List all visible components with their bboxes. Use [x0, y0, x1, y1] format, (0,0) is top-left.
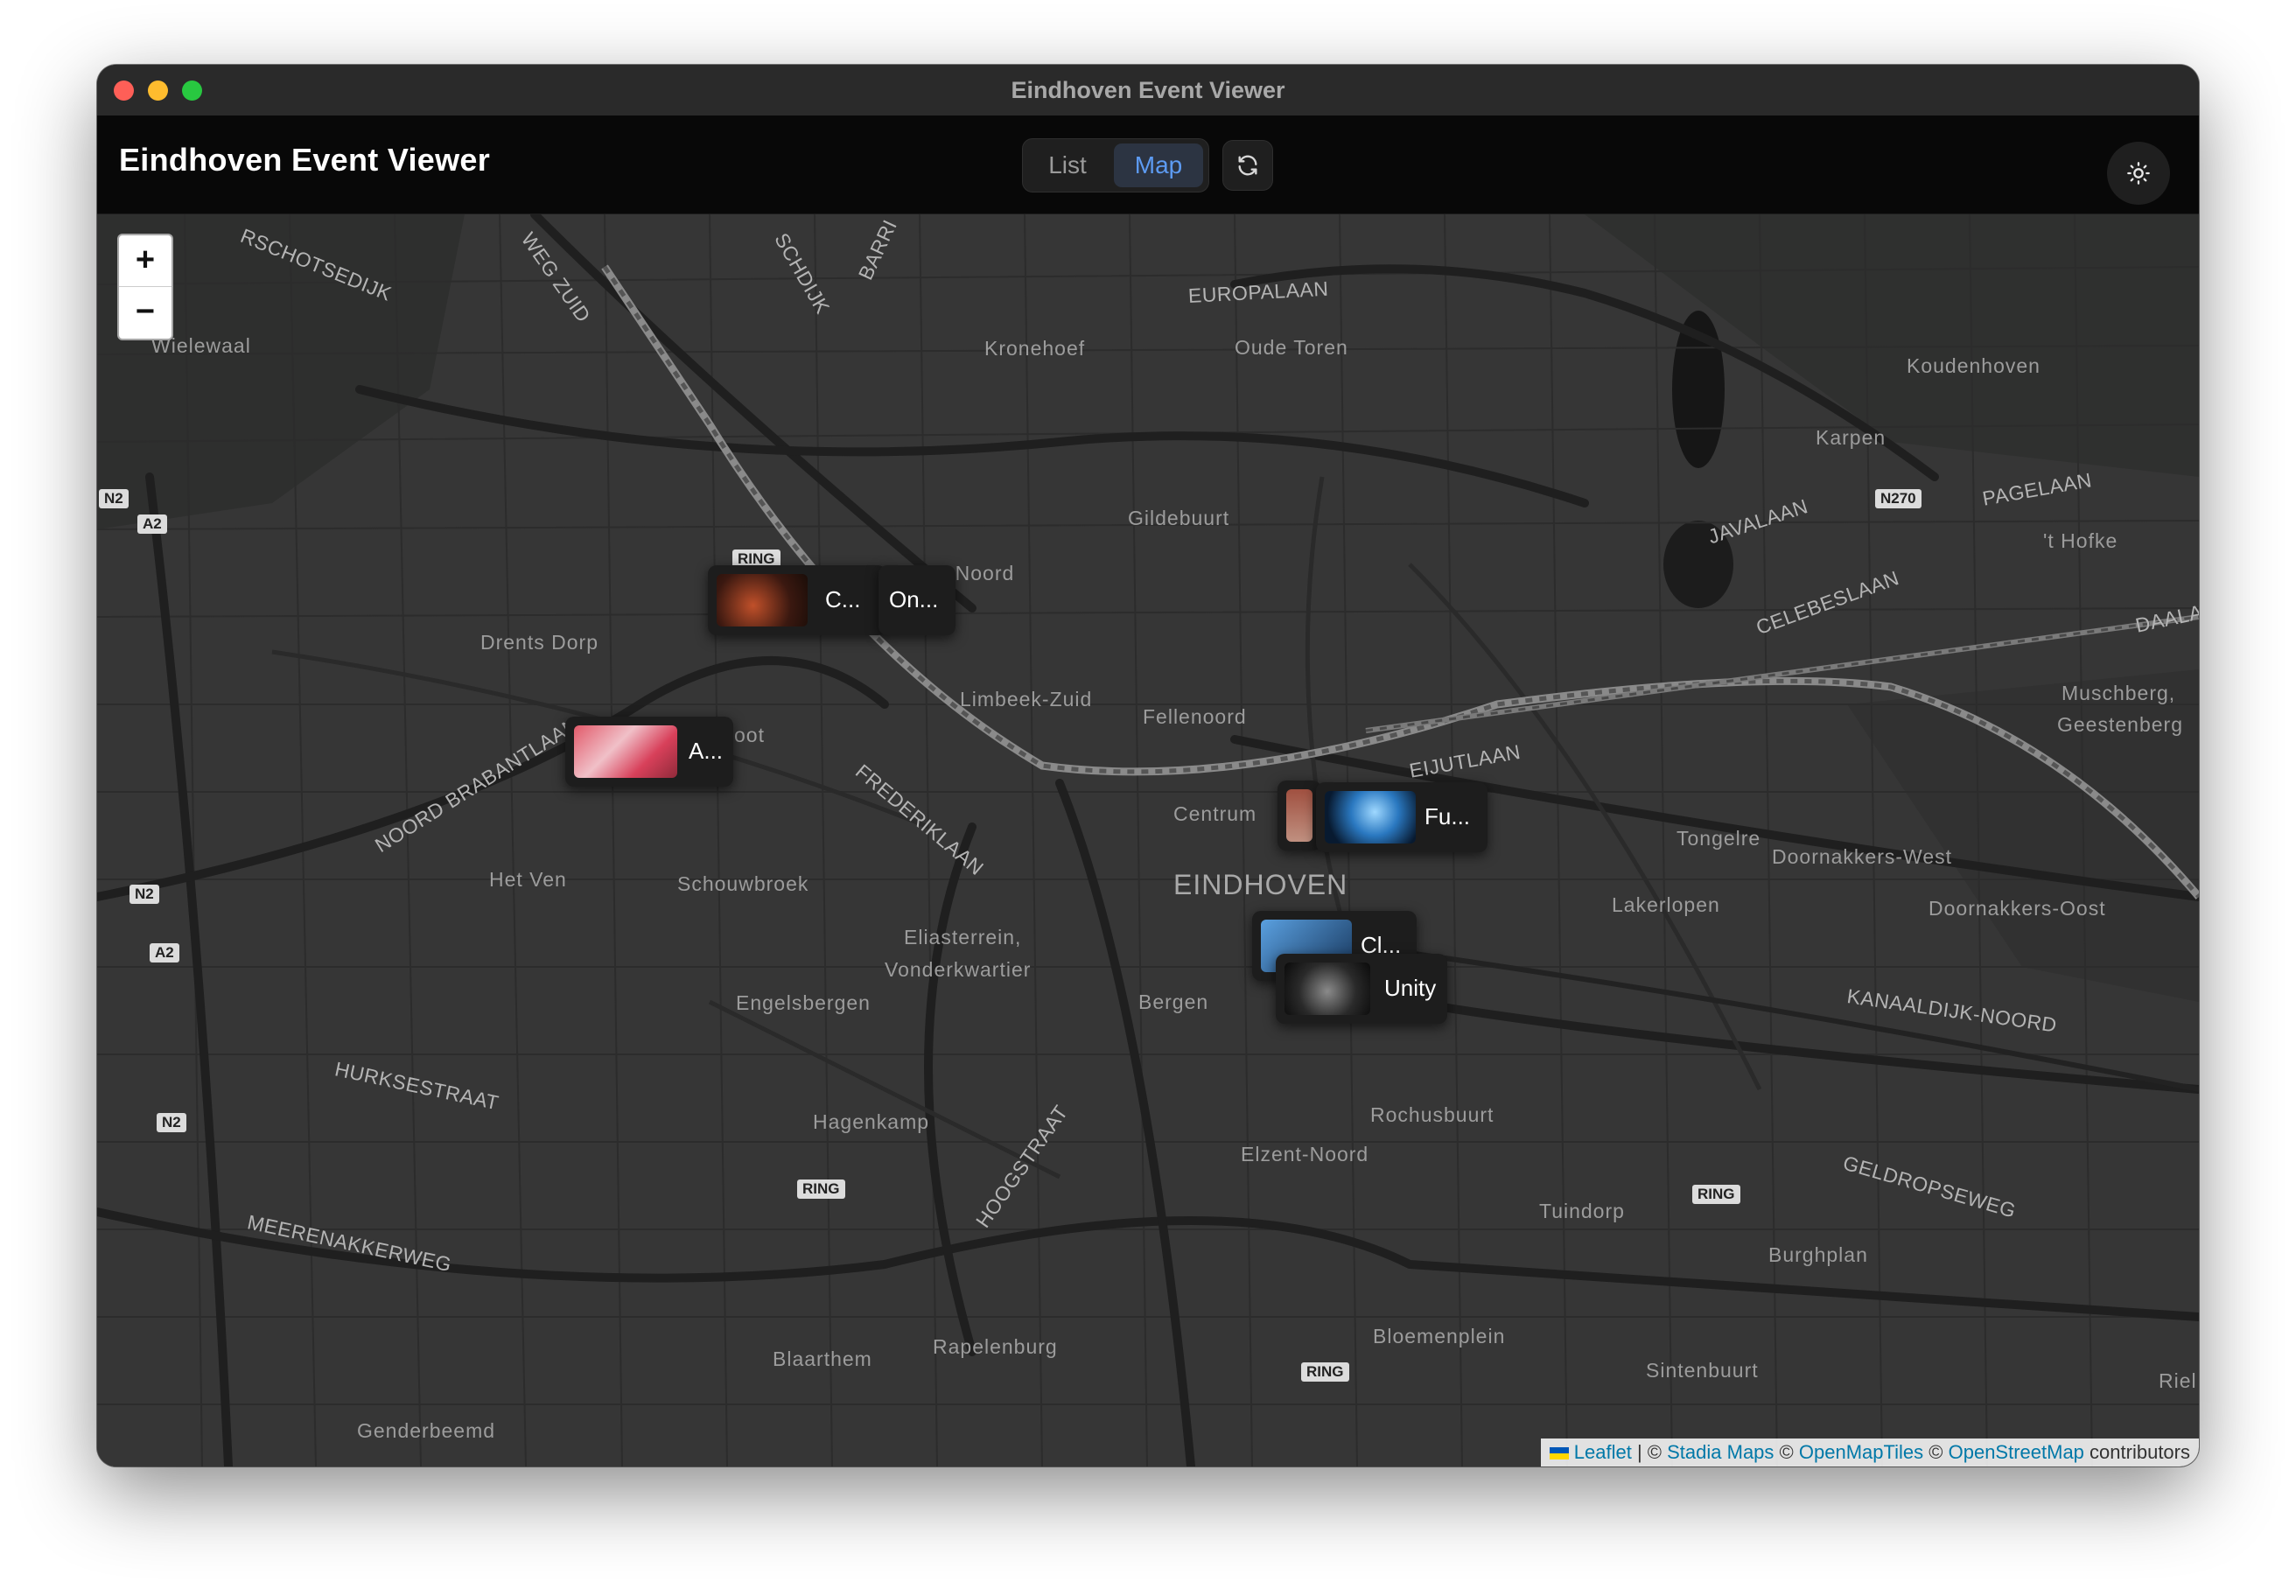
- place-label: Gildebuurt: [1128, 507, 1230, 529]
- place-label: Oude Toren: [1235, 336, 1348, 359]
- openstreetmap-link[interactable]: OpenStreetMap: [1949, 1441, 2084, 1463]
- place-label: Blaarthem: [773, 1348, 872, 1370]
- place-label: Bloemenplein: [1373, 1325, 1506, 1348]
- place-label: Tuindorp: [1539, 1200, 1625, 1222]
- place-label: 't Hofke: [2043, 529, 2118, 552]
- zoom-in-button[interactable]: +: [119, 235, 172, 287]
- event-marker[interactable]: C...: [708, 565, 886, 635]
- road-shield: RING: [1692, 1185, 1740, 1204]
- event-thumbnail: [1284, 962, 1370, 1015]
- road-shield: N270: [1875, 489, 1922, 508]
- place-label: Doornakkers-Oost: [1928, 897, 2106, 920]
- place-label: Centrum: [1173, 802, 1257, 825]
- place-label: Rochusbuurt: [1370, 1103, 1494, 1126]
- place-label: Vonderkwartier: [885, 958, 1032, 981]
- place-label: Hagenkamp: [813, 1110, 930, 1133]
- map-view[interactable]: Wielewaal Kronehoef Oude Toren Koudenhov…: [97, 214, 2199, 1466]
- place-label: Doornakkers-West: [1772, 845, 1953, 868]
- event-thumbnail: [1286, 789, 1312, 842]
- place-label: Karpen: [1816, 426, 1886, 449]
- city-label: EINDHOVEN: [1173, 869, 1348, 900]
- leaflet-link[interactable]: Leaflet: [1574, 1441, 1632, 1463]
- event-thumbnail: [574, 725, 677, 778]
- app-window: Eindhoven Event Viewer Eindhoven Event V…: [97, 65, 2199, 1466]
- place-label: Muschberg,: [2062, 682, 2176, 704]
- theme-toggle-button[interactable]: [2107, 142, 2170, 205]
- place-label: Drents Dorp: [480, 631, 598, 654]
- event-thumbnail: [717, 574, 808, 626]
- place-label: Sintenbuurt: [1646, 1359, 1759, 1382]
- place-label: Limbeek-Zuid: [960, 688, 1093, 710]
- place-label: Elzent-Noord: [1241, 1143, 1369, 1166]
- place-label: Riel: [2159, 1369, 2197, 1392]
- app-header: Eindhoven Event Viewer List Map: [97, 116, 2199, 214]
- event-thumbnail: [1325, 791, 1416, 844]
- event-marker[interactable]: Fu...: [1316, 782, 1488, 852]
- road-shield: A2: [137, 514, 167, 534]
- place-label: Fellenoord: [1143, 705, 1247, 728]
- attribution-contributors: contributors: [2090, 1441, 2190, 1463]
- event-marker-label: Fu...: [1424, 803, 1471, 830]
- event-marker-label: A...: [689, 738, 724, 764]
- place-label: Eliasterrein,: [904, 926, 1022, 948]
- place-label: Kronehoef: [984, 337, 1086, 360]
- event-marker[interactable]: [1278, 780, 1321, 850]
- list-view-button[interactable]: List: [1028, 144, 1107, 187]
- event-marker-label: On...: [889, 586, 939, 612]
- place-label: Bergen: [1138, 990, 1209, 1013]
- openmaptiles-link[interactable]: OpenMapTiles: [1799, 1441, 1923, 1463]
- map-view-button[interactable]: Map: [1114, 144, 1203, 187]
- window-title: Eindhoven Event Viewer: [1011, 77, 1285, 103]
- map-tiles: [97, 214, 2199, 1466]
- zoom-control: + −: [117, 234, 173, 340]
- zoom-out-button[interactable]: −: [119, 287, 172, 338]
- sun-icon: [2127, 162, 2150, 185]
- refresh-button[interactable]: [1222, 140, 1273, 191]
- place-label: -Noord: [948, 562, 1015, 584]
- place-label: Genderbeemd: [357, 1419, 496, 1442]
- road-shield: N2: [130, 885, 159, 904]
- place-label: Rapelenburg: [933, 1335, 1058, 1358]
- road-shield: N2: [99, 489, 129, 508]
- event-marker[interactable]: Unity: [1276, 954, 1447, 1024]
- refresh-icon: [1238, 155, 1257, 176]
- road-shield: RING: [1301, 1362, 1349, 1382]
- event-marker-label: C...: [825, 586, 861, 612]
- road-shield: A2: [150, 943, 179, 962]
- view-toggle: List Map: [1022, 138, 1209, 192]
- road-shield: N2: [157, 1113, 186, 1132]
- place-label: Koudenhoven: [1907, 354, 2040, 377]
- place-label: Tongelre: [1676, 827, 1761, 850]
- place-label: Burghplan: [1768, 1243, 1868, 1266]
- place-label: Geestenberg: [2057, 713, 2183, 736]
- attribution-separator: ©: [1779, 1441, 1794, 1463]
- place-label: Lakerlopen: [1612, 893, 1720, 916]
- place-label: Schouwbroek: [677, 872, 809, 895]
- title-bar: Eindhoven Event Viewer: [97, 65, 2199, 116]
- ukraine-flag-icon: [1549, 1447, 1569, 1460]
- place-label: Engelsbergen: [736, 991, 871, 1014]
- event-marker[interactable]: On...: [878, 565, 956, 635]
- app-title: Eindhoven Event Viewer: [119, 142, 491, 178]
- event-marker[interactable]: A...: [565, 717, 733, 787]
- road-shield: RING: [797, 1180, 845, 1199]
- attribution-separator: ©: [1928, 1441, 1943, 1463]
- place-label: oot: [734, 724, 765, 746]
- place-label: Het Ven: [489, 868, 567, 891]
- attribution-separator: | ©: [1636, 1441, 1662, 1463]
- map-attribution: Leaflet | © Stadia Maps © OpenMapTiles ©…: [1540, 1438, 2199, 1466]
- event-marker-label: Unity: [1384, 975, 1437, 1001]
- stadia-maps-link[interactable]: Stadia Maps: [1667, 1441, 1774, 1463]
